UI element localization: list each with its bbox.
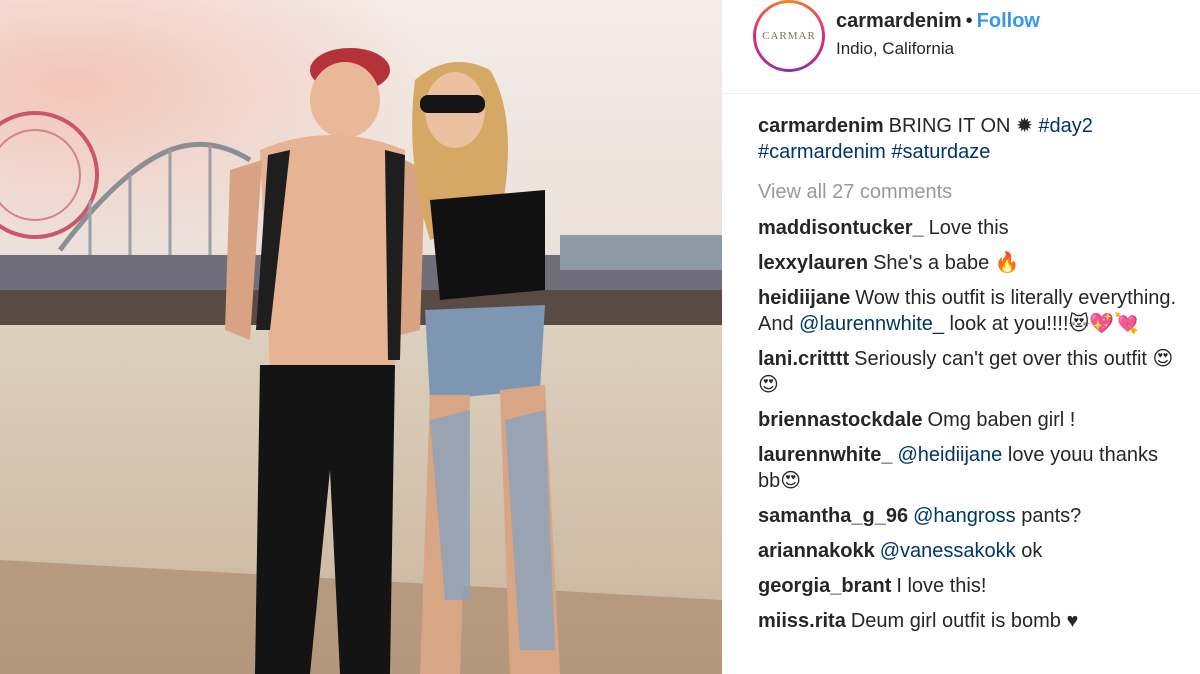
comment-item: maddisontucker_ Love this [758, 215, 1178, 241]
comment-list: maddisontucker_ Love this lexxylauren She's… [758, 215, 1178, 634]
comment-username[interactable]: georgia_brant [758, 575, 891, 597]
comment-text: She's a babe 🔥 [873, 252, 1020, 274]
caption-username[interactable]: carmardenim [758, 115, 884, 137]
comment-text: I love this! [896, 575, 987, 597]
comment-username[interactable]: laurennwhite_ [758, 444, 892, 466]
comment-text: Omg baben girl ! [927, 409, 1076, 431]
comment-item: ariannakokk @vanessakokk ok [758, 538, 1178, 564]
comment-username[interactable]: heidiijane [758, 287, 850, 309]
comment-text: pants? [1015, 505, 1082, 527]
mention-link[interactable]: @heidiijane [897, 444, 1002, 466]
comment-username[interactable]: ariannakokk [758, 540, 875, 562]
post-username[interactable]: carmardenim [836, 10, 962, 32]
comment-item: samantha_g_96 @hangross pants? [758, 503, 1178, 529]
post-location[interactable]: Indio, California [836, 39, 954, 59]
avatar-logo-text: CARMAR [762, 30, 816, 42]
comment-text: look at you!!!!😻💖💘 [944, 313, 1140, 335]
comment-username[interactable]: miiss.rita [758, 610, 846, 632]
comment-username[interactable]: briennastockdale [758, 409, 923, 431]
comment-username[interactable]: maddisontucker_ [758, 217, 924, 239]
separator-dot: • [965, 10, 973, 32]
mention-link[interactable]: @vanessakokk [880, 540, 1016, 562]
comment-text: ok [1015, 540, 1043, 562]
comment-item: heidiijane Wow this outfit is literally e… [758, 285, 1178, 337]
mention-link[interactable]: @laurennwhite_ [799, 313, 944, 335]
comment-username[interactable]: lani.critttt [758, 348, 849, 370]
comment-item: miiss.rita Deum girl outfit is bomb ♥ [758, 608, 1178, 634]
header-row: carmardenim • Follow [836, 10, 1040, 33]
follow-button[interactable]: Follow [977, 10, 1040, 32]
post-photo[interactable] [0, 0, 722, 674]
comment-item: laurennwhite_ @heidiijane love youu thank… [758, 442, 1178, 494]
comment-username[interactable]: lexxylauren [758, 252, 868, 274]
post-header: CARMAR carmardenim • Follow Indio, Califor… [722, 0, 1200, 94]
caption-emoji: ✹ [1016, 115, 1033, 137]
hashtag-link[interactable]: #saturdaze [891, 141, 990, 163]
avatar[interactable]: CARMAR [753, 0, 825, 72]
post-side-panel: CARMAR carmardenim • Follow Indio, Califor… [722, 0, 1200, 674]
comment-item: briennastockdale Omg baben girl ! [758, 407, 1178, 433]
avatar-inner: CARMAR [756, 3, 822, 69]
beach-photo-illustration [0, 0, 722, 674]
hashtag-link[interactable]: #day2 [1038, 115, 1093, 137]
comment-text: Love this [928, 217, 1009, 239]
post-caption: carmardenim BRING IT ON ✹ #day2 #carmarde… [758, 113, 1178, 165]
comment-item: georgia_brant I love this! [758, 573, 1178, 599]
comment-item: lani.critttt Seriously can't get over thi… [758, 346, 1178, 398]
caption-text: BRING IT ON [888, 115, 1011, 137]
comment-text: Deum girl outfit is bomb ♥ [850, 610, 1079, 632]
hashtag-link[interactable]: #carmardenim [758, 141, 886, 163]
comments-section: carmardenim BRING IT ON ✹ #day2 #carmarde… [758, 113, 1178, 643]
view-all-comments-link[interactable]: View all 27 comments [758, 179, 1178, 205]
comment-item: lexxylauren She's a babe 🔥 [758, 250, 1178, 276]
comment-username[interactable]: samantha_g_96 [758, 505, 908, 527]
mention-link[interactable]: @hangross [913, 505, 1016, 527]
